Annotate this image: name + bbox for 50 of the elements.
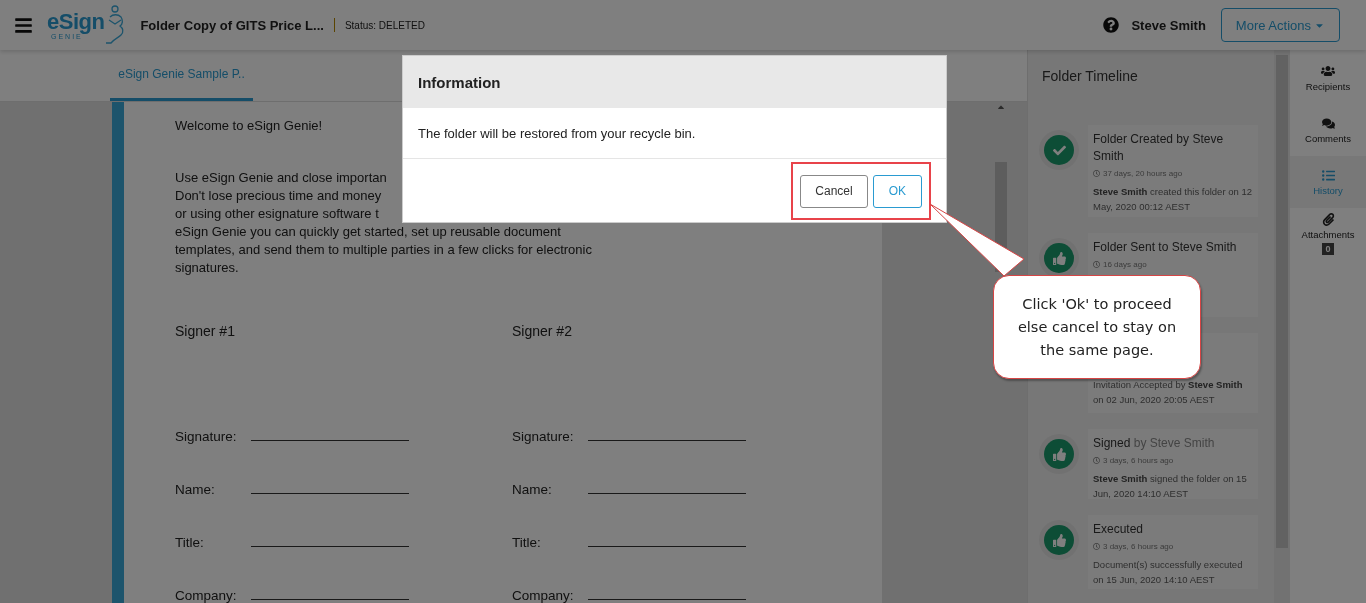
user-name: Steve Smith (1131, 17, 1206, 33)
event-title: Folder Created by Steve Smith (1093, 131, 1225, 165)
clock-icon (1093, 170, 1100, 177)
dialog-message: The folder will be restored from your recycle bin. (403, 108, 946, 159)
paperclip-icon (1321, 213, 1335, 226)
sidebar-tab[interactable]: Attachments 0 (1290, 208, 1366, 260)
event-description: Steve Smith signed the folder on 15 Jun, 2020 14:10 AEST (1093, 472, 1248, 501)
field-label: Company: (512, 588, 575, 603)
clock-icon (1093, 457, 1100, 464)
folder-status: Status: DELETED (344, 19, 425, 31)
field-label: Signature: (512, 429, 575, 444)
clock-icon (1093, 543, 1100, 550)
callout-text: Click 'Ok' to proceed (1022, 294, 1172, 314)
field-label: Title: (512, 535, 542, 550)
folder-title: Folder Copy of GITS Price L... (140, 17, 324, 33)
event-description: Document(s) successfully executed on 15 Jun, 2020 14:10 AEST (1093, 558, 1244, 587)
sidebar-tab[interactable]: Comments (1290, 104, 1366, 156)
callout-text: else cancel to stay on (1017, 317, 1177, 337)
field-label: Company: (175, 588, 238, 603)
signer-heading: Signer #2 (512, 323, 572, 339)
ok-button[interactable]: OK (872, 174, 922, 208)
users-icon (1321, 64, 1335, 78)
field-label: Signature: (175, 429, 238, 444)
event-title: Folder Sent to Steve Smith (1093, 239, 1238, 256)
document-text-line: Use eSign Genie and close importan (175, 169, 387, 187)
field-label: Name: (175, 482, 216, 497)
sidebar-tab[interactable]: Recipients (1290, 52, 1366, 104)
cancel-button[interactable]: Cancel (800, 174, 868, 208)
timeline-title: Folder Timeline (1042, 67, 1139, 86)
event-description: Steve Smith created this folder on 12 May, 2020 00:12 AEST (1093, 185, 1253, 214)
signer-heading: Signer #1 (175, 323, 235, 339)
document-text-line: templates, and send them to multiple parties in a few clicks for electronic (175, 241, 592, 259)
document-heading: Welcome to eSign Genie! (175, 118, 323, 133)
clock-icon (1093, 261, 1100, 268)
help-icon[interactable] (1103, 17, 1120, 33)
event-description: Invitation Accepted by Steve Smith on 02 Jun, 2020 20:05 AEST (1093, 378, 1244, 407)
document-text-line: signatures. (175, 259, 239, 277)
list-icon (1321, 168, 1335, 182)
document-text-line: or using other esignature software t (175, 205, 379, 223)
count-badge: 0 (1322, 243, 1334, 255)
comments-icon (1321, 116, 1335, 130)
menu-icon[interactable] (14, 15, 33, 35)
field-label: Title: (175, 535, 205, 550)
document-text-line: Don't lose precious time and money (175, 187, 382, 205)
field-label: Name: (512, 482, 553, 497)
document-text-line: eSign Genie you can quickly get started, set up reusable document (175, 223, 561, 241)
callout-text: the same page. (1040, 340, 1154, 360)
dialog-title: Information (403, 56, 946, 108)
event-title: Executed (1093, 521, 1145, 538)
logo-wordmark: eSign (47, 10, 105, 33)
